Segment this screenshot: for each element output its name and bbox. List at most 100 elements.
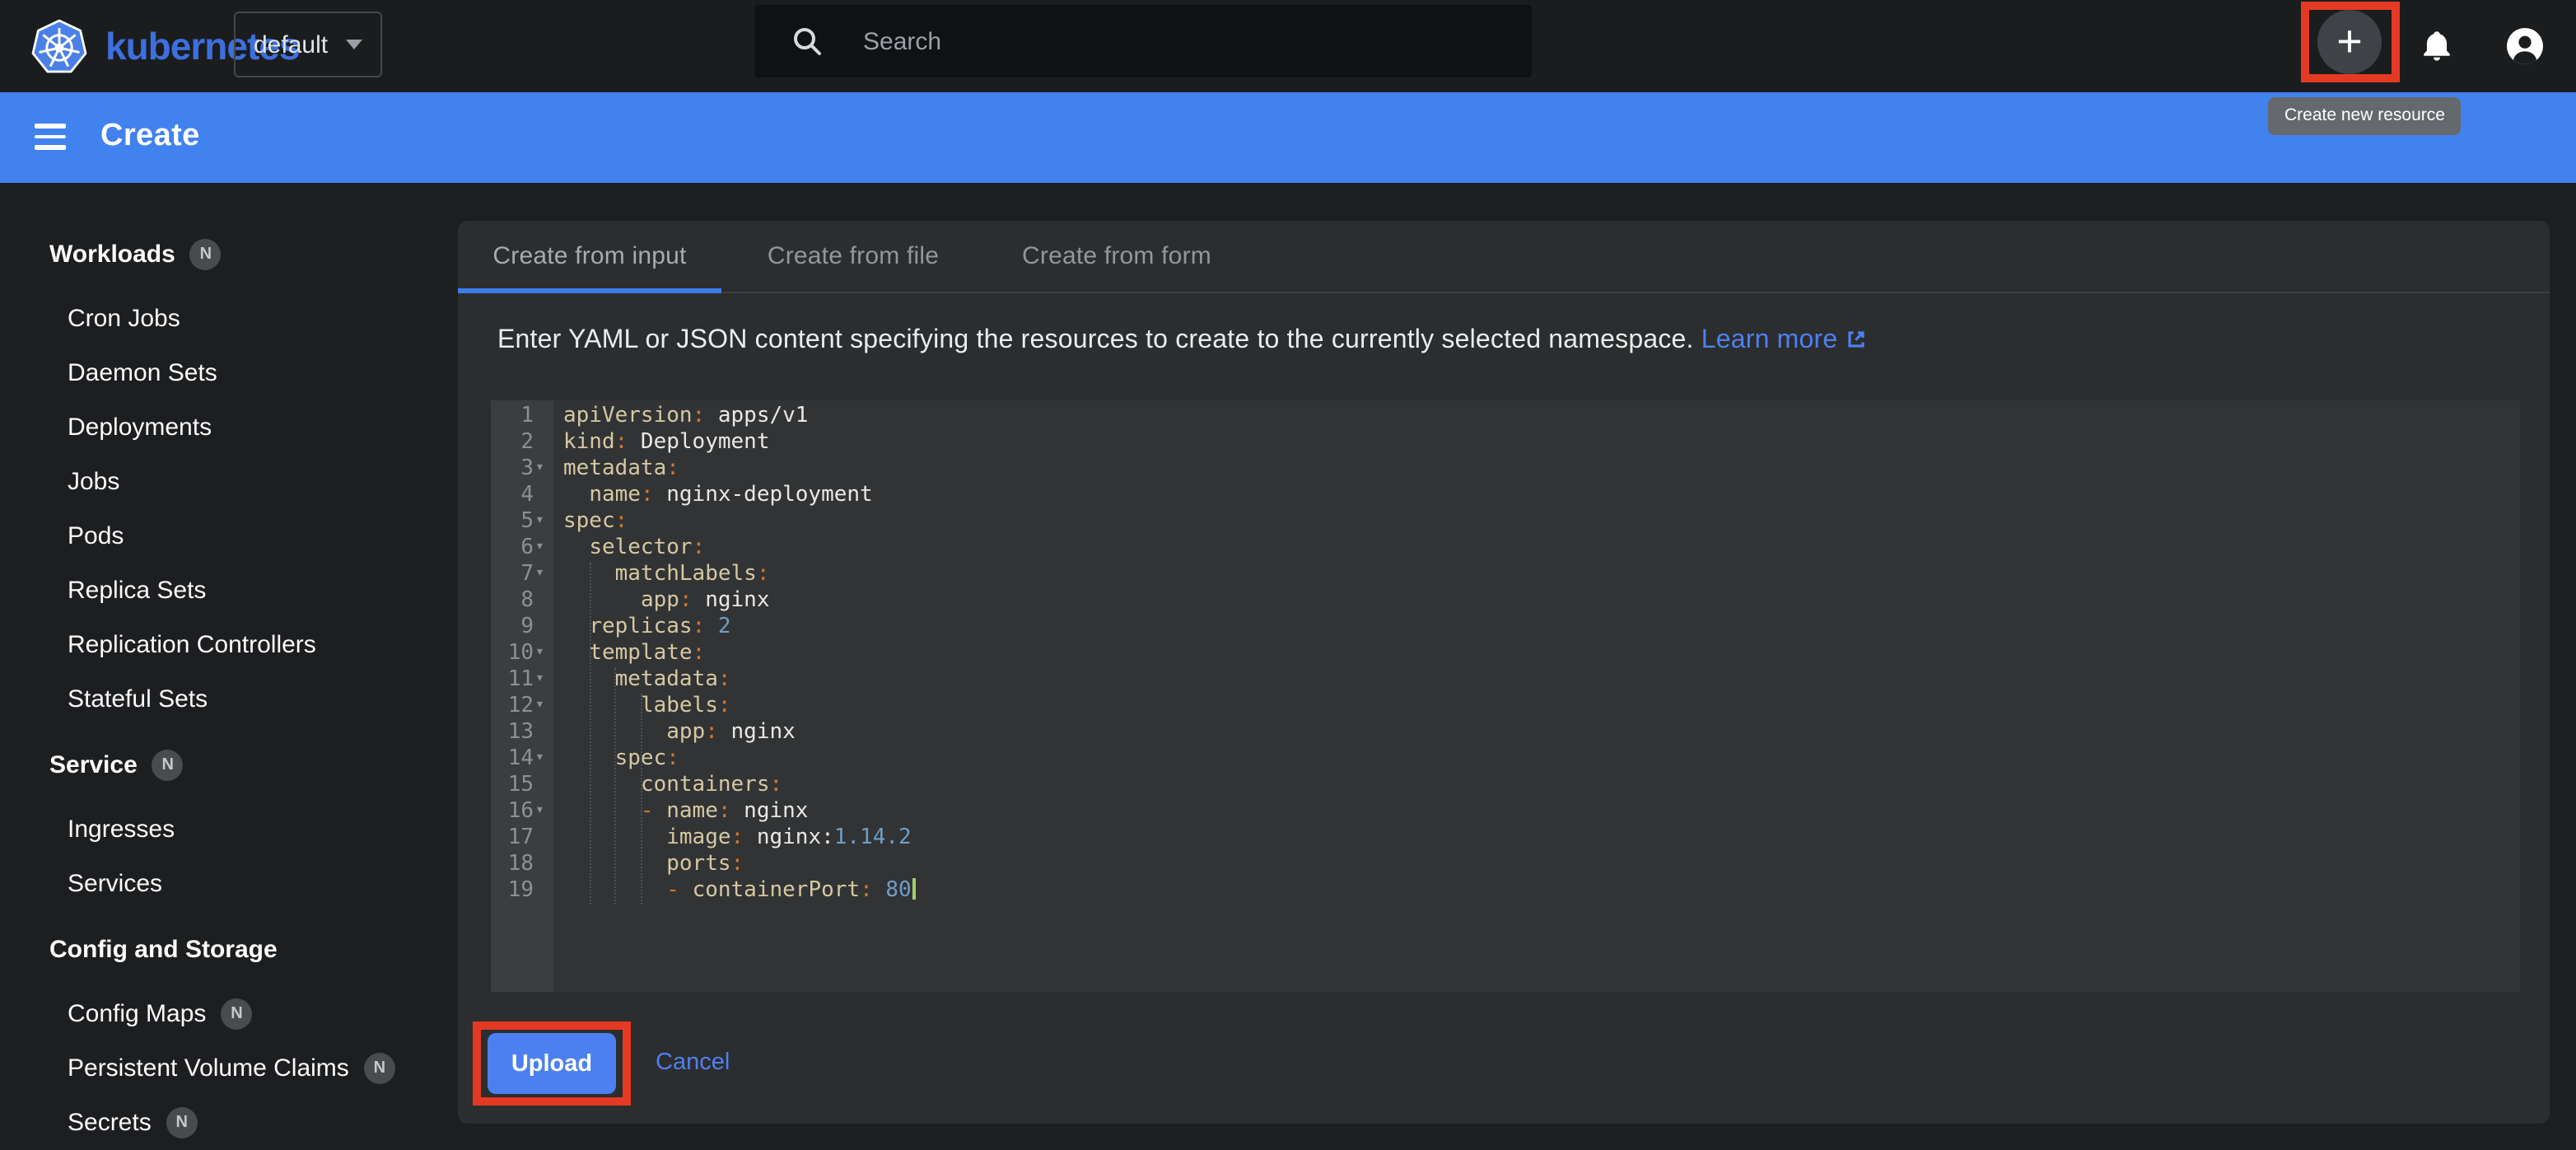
editor-line-2[interactable]: 2kind: Deployment <box>491 430 2520 456</box>
editor-line-3[interactable]: 3▾metadata: <box>491 456 2520 483</box>
code-text: template: <box>563 641 705 667</box>
editor-line-19[interactable]: 19 - containerPort: 80 <box>491 878 2520 905</box>
search-bar[interactable] <box>754 5 1532 77</box>
line-number: 12 <box>491 694 534 720</box>
indent-guide <box>589 562 590 905</box>
sidebar-section-workloads[interactable]: WorkloadsN <box>49 236 222 272</box>
line-number: 9 <box>491 615 534 641</box>
fold-arrow-icon[interactable]: ▾ <box>535 560 544 587</box>
editor-line-7[interactable]: 7▾ matchLabels: <box>491 562 2520 588</box>
cancel-button[interactable]: Cancel <box>656 1043 730 1082</box>
fold-arrow-icon[interactable]: ▾ <box>535 455 544 481</box>
editor-line-18[interactable]: 18 ports: <box>491 852 2520 878</box>
namespace-selector[interactable]: default <box>234 12 382 77</box>
editor-line-16[interactable]: 16▾ - name: nginx <box>491 799 2520 825</box>
editor-line-1[interactable]: 1 apiVersion: apps/v1 <box>491 404 2520 430</box>
code-text: apiVersion: apps/v1 <box>563 404 808 430</box>
code-text: selector: <box>563 535 705 562</box>
page-title: Create <box>100 119 200 155</box>
sidebar-section-config-and-storage[interactable]: Config and Storage <box>49 931 278 967</box>
line-number: 3 <box>491 456 534 483</box>
editor-line-12[interactable]: 12▾ labels: <box>491 694 2520 720</box>
plus-icon: + <box>2336 20 2363 64</box>
sidebar-item-pods[interactable]: Pods <box>68 517 124 554</box>
code-text: matchLabels: <box>563 562 769 588</box>
code-text: - name: nginx <box>563 799 808 825</box>
bell-icon <box>2417 27 2455 65</box>
fold-arrow-icon[interactable]: ▾ <box>535 534 544 560</box>
code-text: kind: Deployment <box>563 430 769 456</box>
namespace-value: default <box>254 30 328 58</box>
line-number: 1 <box>491 404 534 430</box>
search-input[interactable] <box>860 26 1459 57</box>
indent-guide <box>615 667 617 905</box>
sidebar-item-secrets[interactable]: SecretsN <box>68 1104 198 1140</box>
editor-line-13[interactable]: 13 app: nginx <box>491 720 2520 746</box>
editor-line-15[interactable]: 15 containers: <box>491 773 2520 799</box>
editor-line-14[interactable]: 14▾ spec: <box>491 746 2520 773</box>
sidebar-item-daemon-sets[interactable]: Daemon Sets <box>68 354 217 390</box>
namespaced-badge: N <box>190 238 222 269</box>
line-number: 4 <box>491 483 534 509</box>
editor-description: Enter YAML or JSON content specifying th… <box>497 326 1867 359</box>
editor-line-10[interactable]: 10▾ template: <box>491 641 2520 667</box>
app-bar: Create <box>0 92 2576 183</box>
text-cursor <box>913 878 917 900</box>
namespaced-badge: N <box>166 1106 198 1138</box>
namespaced-badge: N <box>364 1052 395 1083</box>
sidebar-item-cron-jobs[interactable]: Cron Jobs <box>68 300 180 336</box>
editor-line-5[interactable]: 5▾spec: <box>491 509 2520 535</box>
fold-arrow-icon[interactable]: ▾ <box>535 507 544 534</box>
external-link-icon <box>1844 328 1867 359</box>
line-number: 7 <box>491 562 534 588</box>
notifications-button[interactable] <box>2411 21 2461 71</box>
namespaced-badge: N <box>221 998 252 1029</box>
fold-arrow-icon[interactable]: ▾ <box>535 745 544 771</box>
tab-create-from-file[interactable]: Create from file <box>721 221 985 292</box>
editor-line-6[interactable]: 6▾ selector: <box>491 535 2520 562</box>
fold-arrow-icon[interactable]: ▾ <box>535 666 544 692</box>
line-number: 14 <box>491 746 534 773</box>
fold-arrow-icon[interactable]: ▾ <box>535 639 544 666</box>
sidebar-item-config-maps[interactable]: Config MapsN <box>68 995 252 1031</box>
sidebar-item-ingresses[interactable]: Ingresses <box>68 811 175 847</box>
sidebar-item-deployments[interactable]: Deployments <box>68 409 212 445</box>
tab-create-from-input[interactable]: Create from input <box>458 221 721 292</box>
editor-line-4[interactable]: 4 name: nginx-deployment <box>491 483 2520 509</box>
tab-bar-divider <box>458 292 2550 293</box>
sidebar-item-stateful-sets[interactable]: Stateful Sets <box>68 680 208 717</box>
code-text: app: nginx <box>563 588 770 615</box>
sidebar-item-replica-sets[interactable]: Replica Sets <box>68 572 206 608</box>
line-number: 19 <box>491 878 534 905</box>
line-number: 15 <box>491 773 534 799</box>
code-text: spec: <box>563 509 628 535</box>
editor-line-11[interactable]: 11▾ metadata: <box>491 667 2520 694</box>
fold-arrow-icon[interactable]: ▾ <box>535 692 544 718</box>
create-new-resource-button[interactable]: + <box>2317 10 2382 74</box>
account-button[interactable] <box>2500 21 2550 71</box>
line-number: 11 <box>491 667 534 694</box>
code-text: name: nginx-deployment <box>563 483 873 509</box>
sidebar-item-jobs[interactable]: Jobs <box>68 463 119 499</box>
indent-guide <box>641 694 642 905</box>
account-icon <box>2505 26 2545 66</box>
tooltip-create-new-resource: Create new resource <box>2268 97 2462 135</box>
sidebar-section-service[interactable]: ServiceN <box>49 746 184 783</box>
namespaced-badge: N <box>152 749 184 780</box>
sidebar-item-services[interactable]: Services <box>68 865 162 901</box>
yaml-editor[interactable]: 1apiVersion: apps/v12kind: Deployment3▾m… <box>491 400 2520 992</box>
editor-line-9[interactable]: 9 replicas: 2 <box>491 615 2520 641</box>
fold-arrow-icon[interactable]: ▾ <box>535 797 544 824</box>
menu-icon[interactable] <box>35 124 66 150</box>
editor-line-8[interactable]: 8 app: nginx <box>491 588 2520 615</box>
tab-create-from-form[interactable]: Create from form <box>985 221 1248 292</box>
search-icon <box>791 25 824 58</box>
sidebar-item-replication-controllers[interactable]: Replication Controllers <box>68 626 316 662</box>
upload-button[interactable]: Upload <box>488 1033 616 1094</box>
learn-more-link[interactable]: Learn more <box>1701 326 1868 354</box>
sidebar-item-persistent-volume-claims[interactable]: Persistent Volume ClaimsN <box>68 1049 395 1086</box>
chevron-down-icon <box>346 40 362 49</box>
editor-line-17[interactable]: 17 image: nginx:1.14.2 <box>491 825 2520 852</box>
line-number: 17 <box>491 825 534 852</box>
screenshot-root: kubernetes default + <box>0 0 2576 1150</box>
